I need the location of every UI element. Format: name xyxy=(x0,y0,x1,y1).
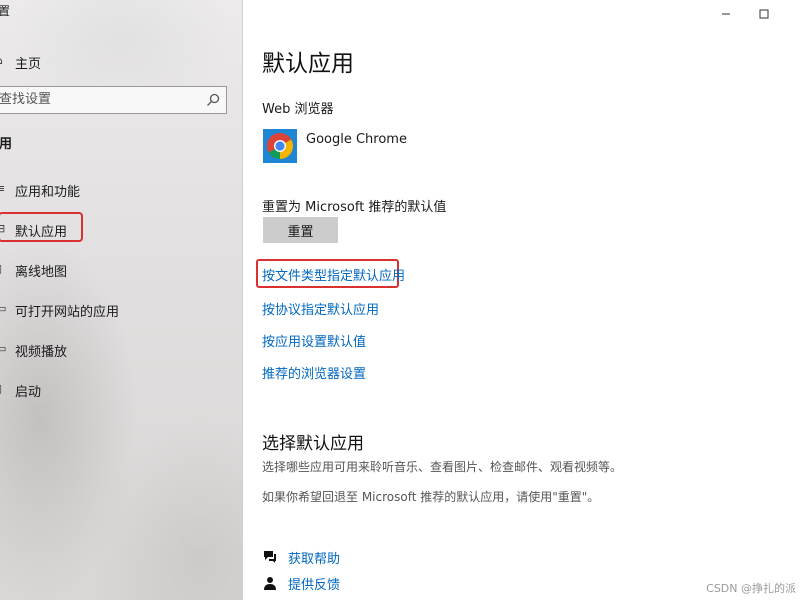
search-box[interactable] xyxy=(0,86,227,114)
link-browser-settings[interactable]: 推荐的浏览器设置 xyxy=(262,363,366,382)
sidebar-item-label: 默认应用 xyxy=(15,225,68,240)
search-icon[interactable] xyxy=(206,93,220,107)
watermark: CSDN @挣扎的派 xyxy=(706,582,796,595)
feedback-person-icon xyxy=(264,577,276,590)
link-by-file-type[interactable]: 按文件类型指定默认应用 xyxy=(262,265,405,284)
window-title: 置 xyxy=(0,4,11,18)
link-by-protocol[interactable]: 按协议指定默认应用 xyxy=(262,299,379,318)
offline-maps-icon: ▯ xyxy=(0,262,6,274)
sidebar-item-label: 主页 xyxy=(15,57,42,72)
description-1: 选择哪些应用可用来聆听音乐、查看图片、检查邮件、观看视频等。 xyxy=(262,460,623,474)
home-icon: ⌂ xyxy=(0,54,6,66)
sidebar-item-label: 可打开网站的应用 xyxy=(15,305,120,320)
description-2: 如果你希望回退至 Microsoft 推荐的默认应用，请使用"重置"。 xyxy=(262,490,600,504)
apps-for-websites-icon: ▭ xyxy=(0,302,6,314)
minimize-icon[interactable] xyxy=(716,4,736,24)
apps-features-icon: ≡ xyxy=(0,182,6,194)
sidebar: 置 ⌂ 主页 用 ≡ 应用和功能 ⊟ 默认应用 ▯ 离线地图 ▭ 可打开网站的应… xyxy=(0,0,243,600)
default-apps-icon: ⊟ xyxy=(0,222,6,234)
get-help-link[interactable]: 获取帮助 xyxy=(288,548,340,567)
section-title: 选择默认应用 xyxy=(262,434,364,454)
sidebar-item-label: 视频播放 xyxy=(15,345,68,360)
browser-name[interactable]: Google Chrome xyxy=(306,132,407,147)
main-pane: 默认应用 Web 浏览器 Google Chrome 重置为 Microsoft… xyxy=(243,0,800,600)
sidebar-item-label: 应用和功能 xyxy=(15,185,81,200)
maximize-icon[interactable] xyxy=(754,4,774,24)
sidebar-item-label: 离线地图 xyxy=(15,265,68,280)
video-playback-icon: ▭ xyxy=(0,342,6,354)
default-browser-button[interactable] xyxy=(263,129,297,163)
reset-label: 重置为 Microsoft 推荐的默认值 xyxy=(262,200,447,215)
reset-button[interactable]: 重置 xyxy=(263,217,338,243)
help-chat-icon xyxy=(264,551,276,563)
give-feedback-link[interactable]: 提供反馈 xyxy=(288,574,340,593)
link-by-app[interactable]: 按应用设置默认值 xyxy=(262,331,366,350)
startup-icon: ▯ xyxy=(0,382,6,394)
search-input[interactable] xyxy=(0,92,199,107)
page-title: 默认应用 xyxy=(262,51,354,77)
sidebar-item-label: 启动 xyxy=(15,385,42,400)
web-browser-label: Web 浏览器 xyxy=(262,102,334,117)
chrome-icon xyxy=(266,133,294,159)
sidebar-section-header: 用 xyxy=(0,137,13,152)
